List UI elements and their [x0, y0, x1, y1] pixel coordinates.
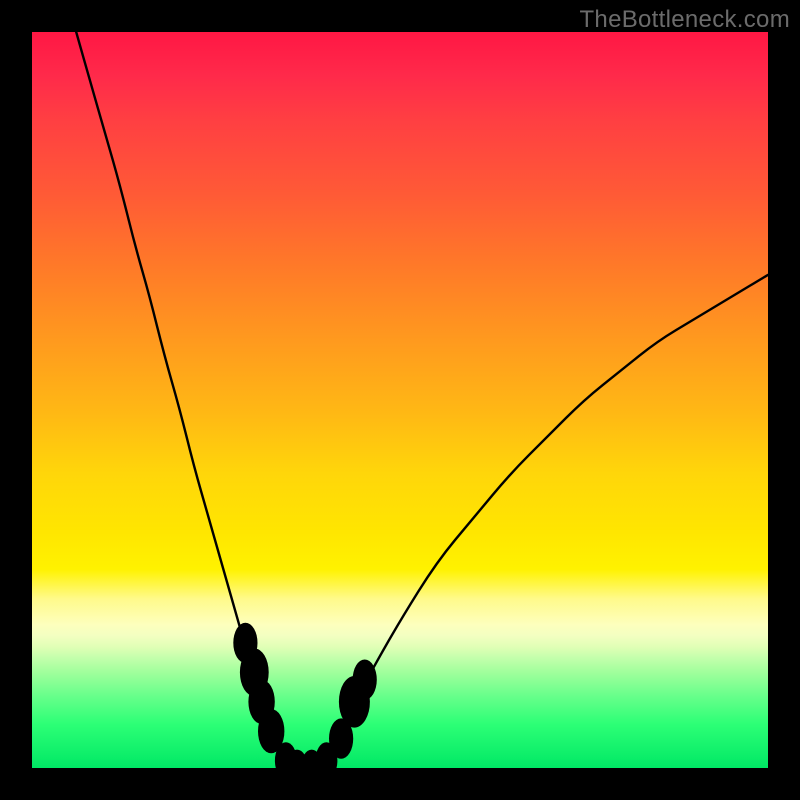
bottleneck-curve: [76, 32, 768, 768]
chart-frame: TheBottleneck.com: [0, 0, 800, 800]
bottleneck-curve-svg: [32, 32, 768, 768]
watermark-text: TheBottleneck.com: [579, 6, 790, 34]
plot-area: [32, 32, 768, 768]
curve-markers: [233, 623, 377, 787]
curve-marker: [353, 660, 377, 700]
